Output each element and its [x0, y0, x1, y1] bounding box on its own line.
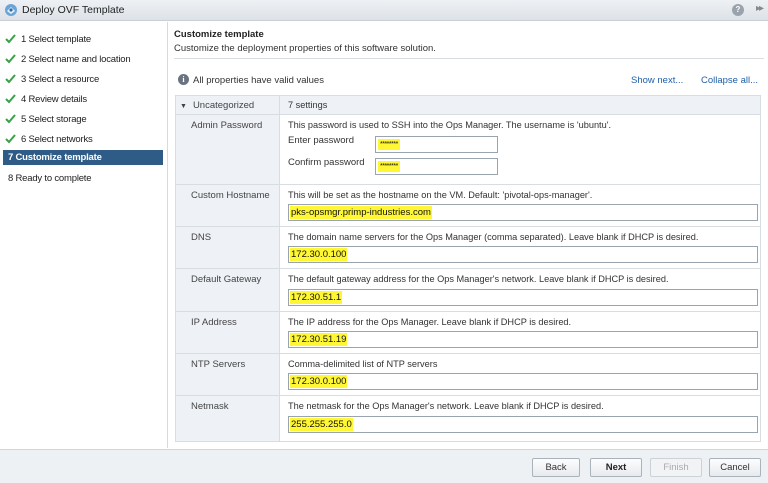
property-value-cell: This will be set as the hostname on the …: [279, 185, 760, 226]
property-key: NTP Servers: [191, 359, 246, 370]
property-value-cell: The domain name servers for the Ops Mana…: [279, 227, 760, 268]
collapse-all-link[interactable]: Collapse all...: [701, 75, 758, 86]
step-select-resource[interactable]: 3 Select a resource: [3, 72, 163, 87]
step-select-storage[interactable]: 5 Select storage: [3, 112, 163, 127]
collapse-caret-icon: ▼: [180, 103, 187, 110]
confirm-password-label: Confirm password: [288, 157, 365, 168]
step-review-details[interactable]: 4 Review details: [3, 92, 163, 107]
property-key: Netmask: [191, 401, 229, 412]
step-label: 5 Select storage: [21, 114, 87, 125]
step-select-networks[interactable]: 6 Select networks: [3, 132, 163, 147]
input-value: 172.30.0.100: [290, 248, 348, 261]
property-value-cell: Comma-delimited list of NTP servers 172.…: [279, 354, 760, 395]
cancel-button[interactable]: Cancel: [709, 458, 761, 477]
property-value-cell: The default gateway address for the Ops …: [279, 269, 760, 311]
properties-grid: ▼ Uncategorized 7 settings Admin Password…: [175, 95, 761, 442]
step-select-template[interactable]: 1 Select template: [3, 32, 163, 47]
category-row[interactable]: ▼ Uncategorized 7 settings: [176, 96, 760, 114]
window-title: Deploy OVF Template: [22, 4, 125, 16]
step-label: 7 Customize template: [8, 152, 102, 163]
ip-address-input[interactable]: 172.30.51.19: [288, 331, 758, 348]
category-name: Uncategorized: [192, 100, 255, 111]
dns-input[interactable]: 172.30.0.100: [288, 246, 758, 263]
help-icon[interactable]: ?: [732, 4, 744, 16]
check-icon: [5, 74, 16, 84]
step-select-name-location[interactable]: 2 Select name and location: [3, 52, 163, 67]
input-value: 172.30.51.19: [290, 333, 348, 346]
check-icon: [5, 54, 16, 64]
ntp-servers-input[interactable]: 172.30.0.100: [288, 373, 758, 390]
step-ready-to-complete[interactable]: 8 Ready to complete: [3, 171, 163, 186]
category-toggle[interactable]: ▼ Uncategorized: [180, 100, 254, 111]
input-value: pks-opsmgr.primp-industries.com: [290, 206, 432, 219]
enter-password-value: ********: [378, 139, 400, 150]
property-value-cell: The IP address for the Ops Manager. Leav…: [279, 312, 760, 353]
wizard-footer: Back Next Finish Cancel: [0, 449, 768, 483]
custom-hostname-input[interactable]: pks-opsmgr.primp-industries.com: [288, 204, 758, 221]
check-icon: [5, 94, 16, 104]
default-gateway-input[interactable]: 172.30.51.1: [288, 289, 758, 306]
property-description: Comma-delimited list of NTP servers: [288, 359, 438, 369]
property-description: The default gateway address for the Ops …: [288, 274, 669, 284]
property-description: The domain name servers for the Ops Mana…: [288, 232, 699, 242]
step-customize-template[interactable]: 7 Customize template: [3, 150, 163, 165]
property-description: The IP address for the Ops Manager. Leav…: [288, 317, 572, 327]
step-label: 1 Select template: [21, 34, 92, 45]
netmask-input[interactable]: 255.255.255.0: [288, 416, 758, 433]
enter-password-field[interactable]: ********: [375, 136, 498, 153]
property-description: This password is used to SSH into the Op…: [288, 120, 612, 130]
property-key: IP Address: [191, 317, 237, 328]
validation-status: i All properties have valid values Show …: [174, 73, 764, 87]
property-value-cell: The netmask for the Ops Manager's networ…: [279, 396, 760, 441]
property-key: Default Gateway: [191, 274, 262, 285]
page-title: Customize template: [174, 29, 264, 40]
show-next-link[interactable]: Show next...: [631, 75, 683, 86]
category-value-cell: 7 settings: [279, 96, 760, 114]
property-key: Custom Hostname: [191, 190, 270, 201]
divider: [174, 58, 764, 59]
deploy-ovf-icon: [5, 4, 17, 16]
info-icon: i: [178, 74, 189, 85]
next-button[interactable]: Next: [590, 458, 642, 477]
finish-button[interactable]: Finish: [650, 458, 702, 477]
property-row-netmask: Netmask The netmask for the Ops Manager'…: [176, 395, 760, 441]
step-label: 4 Review details: [21, 94, 87, 105]
check-icon: [5, 114, 16, 124]
input-value: 172.30.0.100: [290, 375, 348, 388]
property-row-dns: DNS The domain name servers for the Ops …: [176, 226, 760, 268]
category-count: 7 settings: [288, 100, 328, 110]
input-value: 255.255.255.0: [290, 418, 353, 431]
expand-icon[interactable]: ▸▸: [756, 3, 764, 14]
step-label: 3 Select a resource: [21, 74, 100, 85]
wizard-steps: 1 Select template 2 Select name and loca…: [0, 22, 168, 448]
property-key: DNS: [191, 232, 212, 243]
window-titlebar: Deploy OVF Template ? ▸▸: [0, 0, 768, 21]
property-key: Admin Password: [191, 120, 263, 131]
property-row-custom-hostname: Custom Hostname This will be set as the …: [176, 184, 760, 226]
property-row-ip-address: IP Address The IP address for the Ops Ma…: [176, 311, 760, 353]
confirm-password-value: ********: [378, 161, 400, 172]
property-row-ntp-servers: NTP Servers Comma-delimited list of NTP …: [176, 353, 760, 395]
page-subtitle: Customize the deployment properties of t…: [174, 43, 436, 54]
confirm-password-field[interactable]: ********: [375, 158, 498, 175]
check-icon: [5, 134, 16, 144]
back-button[interactable]: Back: [532, 458, 580, 477]
step-label: 8 Ready to complete: [8, 173, 92, 184]
step-label: 2 Select name and location: [21, 54, 131, 65]
property-row-admin-password: Admin Password This password is used to …: [176, 114, 760, 184]
property-description: This will be set as the hostname on the …: [288, 190, 593, 200]
property-row-default-gateway: Default Gateway The default gateway addr…: [176, 268, 760, 311]
input-value: 172.30.51.1: [290, 291, 343, 304]
property-description: The netmask for the Ops Manager's networ…: [288, 401, 604, 411]
step-label: 6 Select networks: [21, 134, 93, 145]
property-value-cell: This password is used to SSH into the Op…: [279, 115, 760, 184]
validation-text: All properties have valid values: [193, 75, 324, 86]
enter-password-label: Enter password: [288, 135, 355, 146]
check-icon: [5, 34, 16, 44]
